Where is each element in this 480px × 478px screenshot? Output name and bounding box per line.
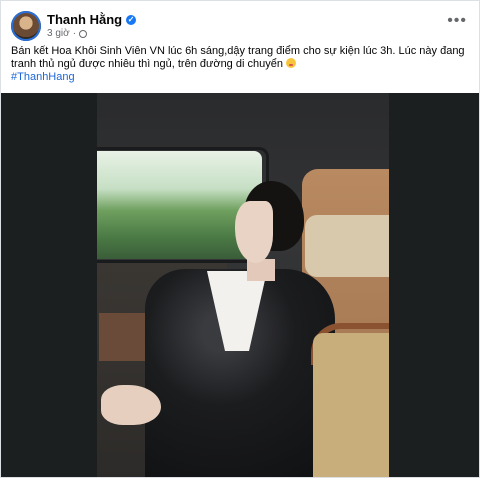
- seat-headrest: [305, 215, 389, 277]
- smiling-emoji-icon: [286, 58, 297, 68]
- hands: [101, 385, 161, 425]
- author-avatar[interactable]: [11, 11, 41, 41]
- facebook-post-card: Thanh Hằng ✓ 3 giờ · ••• Bán kết Hoa Khô…: [0, 0, 480, 478]
- post-header: Thanh Hằng ✓ 3 giờ · •••: [11, 11, 471, 41]
- verified-badge-icon: ✓: [126, 14, 137, 25]
- post-media[interactable]: [1, 93, 479, 477]
- post-photo[interactable]: [97, 93, 389, 477]
- post-time[interactable]: 3 giờ: [47, 28, 70, 39]
- author-name-row: Thanh Hằng ✓: [47, 12, 137, 27]
- woven-bag: [313, 333, 389, 477]
- author-name[interactable]: Thanh Hằng: [47, 12, 122, 27]
- more-options-button[interactable]: •••: [447, 13, 467, 29]
- face: [235, 201, 273, 263]
- post-caption: Bán kết Hoa Khôi Sinh Viên VN lúc 6h sán…: [11, 45, 465, 70]
- globe-icon[interactable]: [79, 29, 88, 38]
- hashtag-link[interactable]: #ThanhHang: [11, 71, 75, 83]
- meta-separator: ·: [72, 28, 77, 39]
- post-meta: 3 giờ ·: [47, 28, 88, 39]
- post-text: Bán kết Hoa Khôi Sinh Viên VN lúc 6h sán…: [11, 45, 473, 71]
